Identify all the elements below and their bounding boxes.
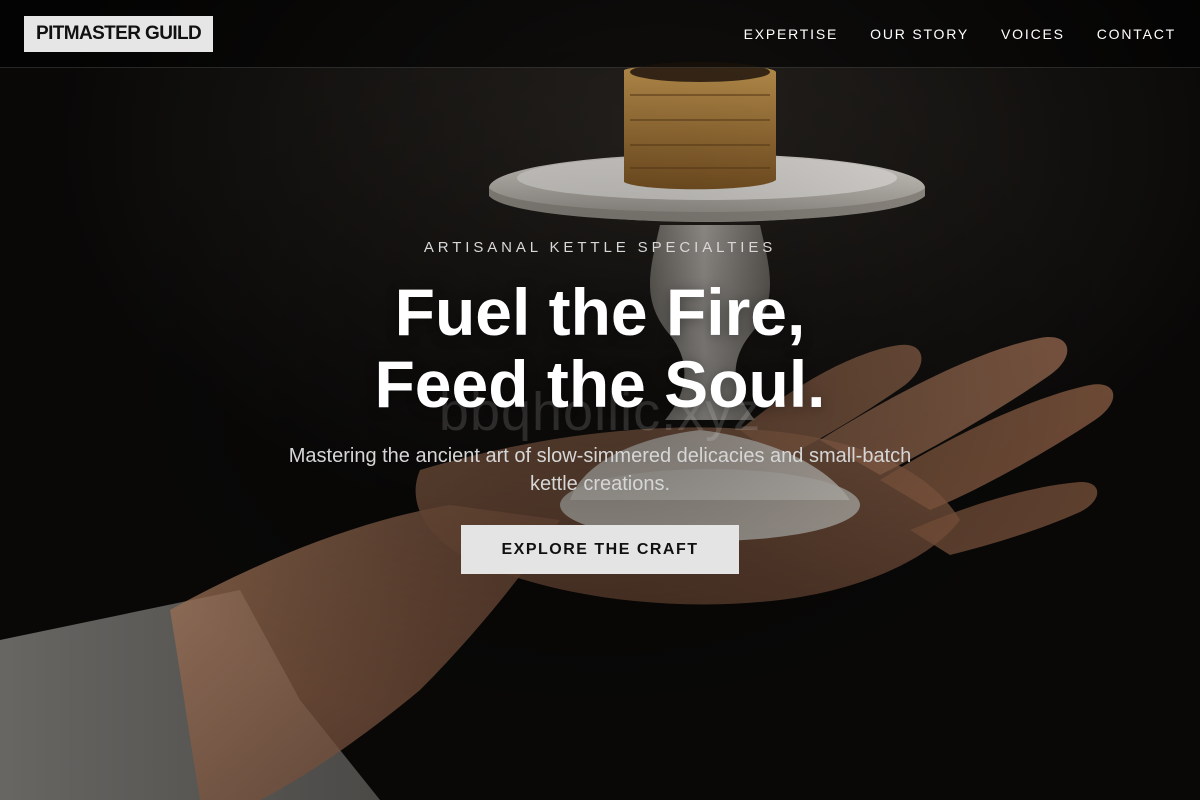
brand-logo[interactable]: PITMASTER GUILD (24, 16, 214, 52)
hero-eyebrow: ARTISANAL KETTLE SPECIALTIES (423, 239, 777, 256)
nav-link-our-story[interactable]: OUR STORY (870, 26, 969, 42)
explore-craft-button[interactable]: EXPLORE THE CRAFT (461, 525, 739, 574)
landing-page: PITMASTER GUILD EXPERTISE OUR STORY VOIC… (0, 0, 1200, 800)
nav-link-voices[interactable]: VOICES (1001, 26, 1065, 42)
top-navbar: PITMASTER GUILD EXPERTISE OUR STORY VOIC… (0, 0, 1200, 68)
hero-subtitle: Mastering the ancient art of slow-simmer… (288, 445, 912, 495)
hero-headline: Fuel the Fire, Feed the Soul. (0, 276, 1200, 420)
nav-link-expertise[interactable]: EXPERTISE (744, 26, 839, 42)
hero-headline-line2: Feed the Soul. (374, 347, 826, 421)
nav-link-contact[interactable]: CONTACT (1097, 26, 1176, 42)
hero-headline-line1: Fuel the Fire, (394, 275, 806, 349)
main-nav: EXPERTISE OUR STORY VOICES CONTACT (744, 0, 1176, 68)
